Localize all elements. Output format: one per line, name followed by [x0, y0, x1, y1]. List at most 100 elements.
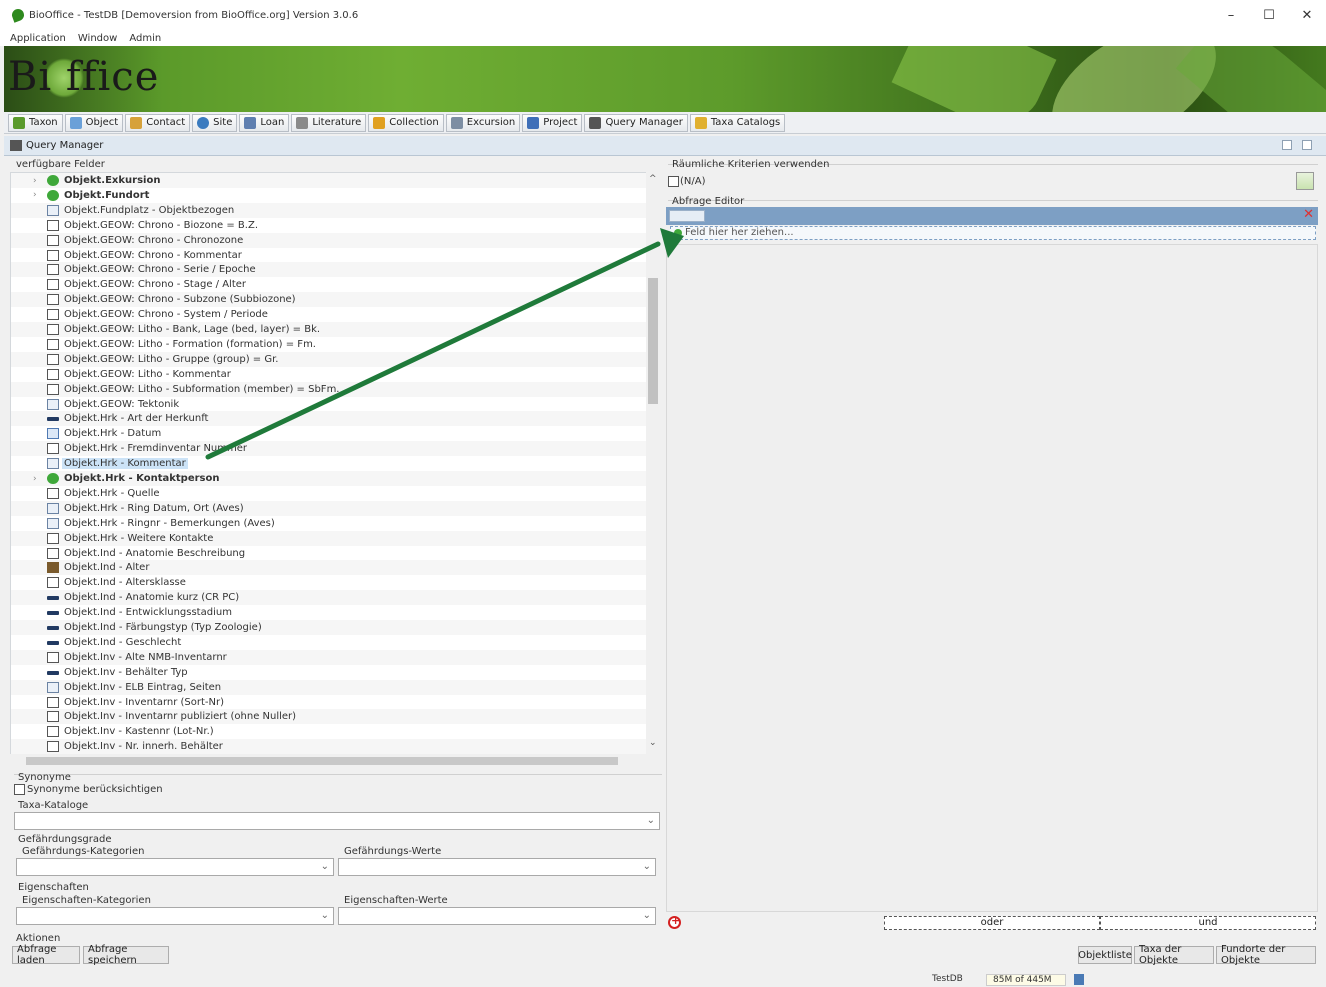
tree-field-item[interactable]: Objekt.Inv - Behälter Typ — [11, 665, 647, 680]
or-dropzone[interactable]: oder — [884, 916, 1100, 930]
tree-field-item[interactable]: Objekt.Ind - Anatomie Beschreibung — [11, 546, 647, 561]
and-dropzone[interactable]: und — [1100, 916, 1316, 930]
tree-field-item[interactable]: Objekt.GEOW: Chrono - Chronozone — [11, 232, 647, 248]
taxa-der-objekte-button[interactable]: Taxa der Objekte — [1134, 944, 1214, 966]
tree-field-item[interactable]: Objekt.Ind - Färbungstyp (Typ Zoologie) — [11, 620, 647, 635]
trash-icon[interactable] — [1074, 974, 1084, 985]
tree-field-item[interactable]: Objekt.Hrk - Quelle — [11, 486, 647, 501]
query-condition-bar[interactable]: ✕ — [666, 207, 1318, 225]
tree-field-item[interactable]: Objekt.Ind - Anatomie kurz (CR PC) — [11, 590, 647, 606]
maximize-button[interactable]: ☐ — [1250, 0, 1288, 30]
scrollbar-thumb[interactable] — [26, 757, 618, 765]
minimize-button[interactable]: – — [1212, 0, 1250, 30]
tree-field-item[interactable]: Objekt.GEOW: Chrono - Stage / Alter — [11, 277, 647, 292]
collection-button[interactable]: Collection — [368, 113, 444, 132]
excursion-button[interactable]: Excursion — [445, 113, 521, 132]
tree-field-item[interactable]: Objekt.Inv - Alte NMB-Inventarnr — [11, 649, 647, 665]
menu-admin[interactable]: Admin — [129, 33, 161, 44]
tree-horizontal-scrollbar[interactable] — [10, 754, 646, 768]
taxa-catalogs-button[interactable]: Taxa Catalogs — [689, 113, 786, 132]
tree-field-item[interactable]: Objekt.Ind - Alter — [11, 560, 647, 576]
tree-field-item[interactable]: Objekt.GEOW: Tektonik — [11, 397, 647, 412]
menu-window[interactable]: Window — [78, 33, 117, 44]
loan-button[interactable]: Loan — [239, 113, 290, 132]
tree-item-label: Objekt.GEOW: Litho - Subformation (membe… — [64, 383, 340, 395]
contact-button[interactable]: Contact — [125, 113, 191, 132]
tree-field-item[interactable]: Objekt.GEOW: Litho - Bank, Lage (bed, la… — [11, 322, 647, 337]
site-button[interactable]: Site — [192, 113, 238, 132]
spatial-checkbox[interactable] — [668, 176, 679, 187]
fields-tree[interactable]: › Objekt.Exkursion › Objekt.Fundort Objekt.F… — [10, 172, 660, 768]
tree-item-label: Objekt.Ind - Färbungstyp (Typ Zoologie) — [64, 622, 262, 633]
objektliste-button[interactable]: Objektliste — [1078, 946, 1132, 964]
abfrage-laden-button[interactable]: Abfrage laden — [12, 944, 80, 966]
tree-field-item[interactable]: Objekt.Ind - Altersklasse — [11, 575, 647, 590]
eigenschaften-kategorien-dropdown[interactable]: ⌄ — [16, 907, 334, 925]
tree-group-node[interactable]: › Objekt.Fundort — [11, 188, 647, 203]
scroll-up-icon[interactable]: ^ — [649, 174, 657, 184]
project-button[interactable]: Project — [522, 113, 583, 132]
gefaehrdung-kategorien-dropdown[interactable]: ⌄ — [16, 858, 334, 876]
tree-field-item[interactable]: Objekt.GEOW: Litho - Gruppe (group) = Gr… — [11, 351, 647, 367]
add-condition-icon[interactable] — [668, 914, 681, 929]
fundorte-der-objekte-button[interactable]: Fundorte der Objekte — [1216, 944, 1316, 966]
tree-field-item[interactable]: Objekt.GEOW: Litho - Formation (formatio… — [11, 337, 647, 352]
tree-field-item[interactable]: Objekt.GEOW: Chrono - Kommentar — [11, 248, 647, 263]
literature-button[interactable]: Literature — [291, 113, 367, 132]
tree-field-item[interactable]: Objekt.GEOW: Chrono - System / Periode — [11, 307, 647, 322]
table-icon — [47, 726, 59, 738]
expand-chevron-icon[interactable]: › — [33, 190, 37, 200]
query-manager-button[interactable]: Query Manager — [584, 113, 688, 132]
tree-field-item[interactable]: Objekt.Fundplatz - Objektbezogen — [11, 202, 647, 218]
field-dropzone[interactable]: Feld hier her ziehen... — [670, 226, 1316, 240]
condition-operator-select[interactable] — [669, 210, 705, 222]
object-button[interactable]: Object — [64, 113, 124, 132]
close-button[interactable]: ✕ — [1288, 0, 1326, 30]
eigenschaften-werte-dropdown[interactable]: ⌄ — [338, 907, 656, 925]
tree-field-item[interactable]: Objekt.Hrk - Datum — [11, 426, 647, 441]
remove-condition-icon[interactable]: ✕ — [1303, 207, 1314, 222]
taxon-button[interactable]: Taxon — [8, 113, 63, 132]
tree-item-label: Objekt.Inv - Behälter Typ — [64, 666, 188, 678]
tree-field-item[interactable]: Objekt.GEOW: Litho - Kommentar — [11, 367, 647, 382]
taxa-kataloge-dropdown[interactable]: ⌄ — [14, 812, 660, 830]
tree-field-item[interactable]: Objekt.Inv - Inventarnr (Sort-Nr) — [11, 695, 647, 710]
tree-group-node[interactable]: › Objekt.Exkursion — [11, 173, 647, 188]
tree-field-item[interactable]: Objekt.Hrk - Kommentar — [11, 456, 647, 471]
tree-field-item[interactable]: Objekt.Inv - Nr. innerh. Behälter — [11, 739, 647, 755]
expand-chevron-icon[interactable]: › — [33, 176, 37, 186]
note-icon — [47, 398, 59, 410]
scroll-down-icon[interactable]: ⌄ — [649, 738, 657, 748]
tree-field-item[interactable]: Objekt.Hrk - Ring Datum, Ort (Aves) — [11, 500, 647, 516]
tree-field-item[interactable]: Objekt.Hrk - Art der Herkunft — [11, 411, 647, 427]
maximize-panel-button[interactable] — [1302, 140, 1312, 150]
minimize-panel-button[interactable] — [1282, 140, 1292, 150]
map-icon[interactable] — [1296, 172, 1314, 190]
tree-field-item[interactable]: Objekt.Inv - ELB Eintrag, Seiten — [11, 679, 647, 695]
expand-chevron-icon[interactable]: › — [33, 474, 37, 484]
tree-field-item[interactable]: Objekt.Inv - Kastennr (Lot-Nr.) — [11, 724, 647, 739]
tree-group-node[interactable]: › Objekt.Hrk - Kontaktperson — [11, 471, 647, 486]
menu-application[interactable]: Application — [10, 33, 66, 44]
tree-item-label: Objekt.Hrk - Kontaktperson — [64, 473, 220, 484]
query-manager-tab[interactable]: Query Manager — [4, 136, 1326, 156]
tree-field-item[interactable]: Objekt.Hrk - Fremdinventar Nummer — [11, 441, 647, 457]
scrollbar-thumb[interactable] — [648, 278, 658, 404]
gefaehrdung-werte-dropdown[interactable]: ⌄ — [338, 858, 656, 876]
tree-vertical-scrollbar[interactable]: ^ ⌄ — [646, 172, 660, 768]
abfrage-speichern-button[interactable]: Abfrage speichern — [83, 944, 169, 966]
tree-item-label: Objekt.Hrk - Datum — [64, 428, 162, 440]
tree-field-item[interactable]: Objekt.Hrk - Ringnr - Bemerkungen (Aves) — [11, 516, 647, 531]
list-icon — [47, 626, 59, 630]
tree-field-item[interactable]: Objekt.GEOW: Litho - Subformation (membe… — [11, 381, 647, 397]
table-icon — [47, 324, 59, 335]
query-editor-area[interactable] — [666, 244, 1318, 912]
tree-field-item[interactable]: Objekt.GEOW: Chrono - Serie / Epoche — [11, 262, 647, 278]
synonyme-checkbox[interactable] — [14, 784, 25, 795]
tree-field-item[interactable]: Objekt.Inv - Inventarnr publiziert (ohne… — [11, 709, 647, 725]
tree-field-item[interactable]: Objekt.Hrk - Weitere Kontakte — [11, 530, 647, 546]
tree-field-item[interactable]: Objekt.GEOW: Chrono - Biozone = B.Z. — [11, 218, 647, 233]
tree-field-item[interactable]: Objekt.GEOW: Chrono - Subzone (Subbiozon… — [11, 292, 647, 308]
tree-field-item[interactable]: Objekt.Ind - Entwicklungsstadium — [11, 605, 647, 620]
tree-field-item[interactable]: Objekt.Ind - Geschlecht — [11, 635, 647, 650]
